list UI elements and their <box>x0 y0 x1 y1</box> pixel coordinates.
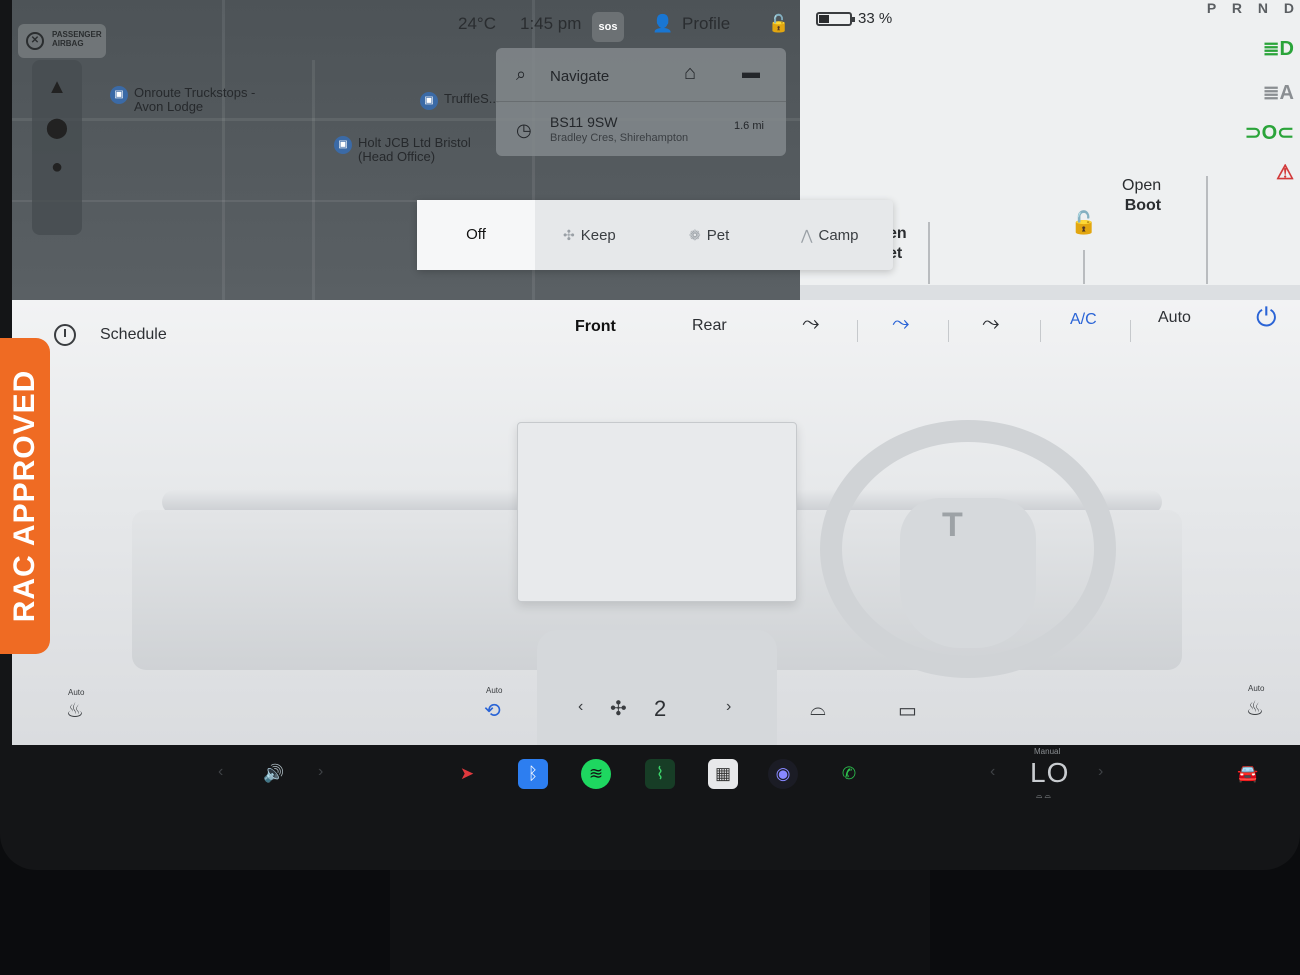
camera-app-icon[interactable]: ◉ <box>768 759 798 789</box>
outside-temperature: 24°C <box>458 14 496 33</box>
climate-power-icon[interactable]: ⏻ <box>1256 302 1277 334</box>
recent-destination-name: BS11 9SW <box>550 114 618 130</box>
clock: 1:45 pm <box>520 14 582 33</box>
navigate-input[interactable]: Navigate <box>550 68 609 85</box>
profile-icon[interactable]: 👤 <box>652 14 673 34</box>
fan-decrease-button[interactable]: ‹ <box>578 698 583 716</box>
rear-defrost-icon[interactable]: ▭ <box>898 698 917 723</box>
tesla-logo-icon: T <box>942 506 963 544</box>
parking-lights-icon: ⊃O⊂ <box>1244 122 1294 144</box>
touchscreen: ✕ PASSENGER AIRBAG ▲ ⬤ ● ▣ Onroute Trucks… <box>12 0 1300 745</box>
map-controls: ▲ ⬤ ● <box>32 60 82 235</box>
sos-button[interactable]: sos <box>592 12 624 42</box>
paw-icon: ❁ <box>689 227 701 243</box>
seat-heat-indicators: ⌓ ⌓ <box>1036 791 1051 800</box>
auto-headlights-icon: ≣A <box>1262 82 1294 104</box>
lock-pin-icon: ▣ <box>334 136 352 154</box>
navigate-card: ⌕ Navigate ⌂ ▬ ◷ BS11 9SW Bradley Cres, … <box>496 48 786 156</box>
fan-increase-button[interactable]: › <box>726 698 731 716</box>
seatbelt-warning-icon: ⚠ <box>1276 162 1294 184</box>
divider <box>1083 250 1085 284</box>
airflow-face-icon[interactable]: ⤳ <box>802 310 820 336</box>
airbag-off-icon: ✕ <box>26 32 44 50</box>
unlock-icon[interactable]: 🔓 <box>768 14 789 34</box>
location-pin-icon[interactable]: ⬤ <box>32 115 82 140</box>
navigation-app-icon[interactable]: ➤ <box>452 759 482 789</box>
temp-setpoint[interactable]: LO <box>1030 757 1069 789</box>
headlights-icon: ≣D <box>1262 38 1294 60</box>
energy-app-icon[interactable]: ⌇ <box>645 759 675 789</box>
mode-camp-button[interactable]: ⋀ Camp <box>801 200 859 270</box>
volume-increase-button[interactable]: › <box>318 763 323 781</box>
auto-climate-button[interactable]: Auto <box>1158 309 1191 327</box>
map-poi[interactable]: ▣ Holt JCB Ltd Bristol (Head Office) <box>334 136 504 164</box>
tab-rear[interactable]: Rear <box>692 317 727 335</box>
temp-decrease-button[interactable]: ‹ <box>990 763 995 781</box>
climate-panel: Schedule Front Rear ⤳ ⤳ ⤳ A/C Auto ⏻ T A… <box>12 300 1300 745</box>
mode-off-button[interactable]: Off <box>417 200 535 270</box>
lock-pin-icon: ▣ <box>420 92 438 110</box>
front-defrost-icon[interactable]: ⌓ <box>810 698 826 721</box>
work-icon[interactable]: ▬ <box>742 62 760 83</box>
console-underside <box>390 870 930 975</box>
fan-speed-value: 2 <box>654 696 667 721</box>
home-icon[interactable]: ⌂ <box>684 62 696 85</box>
clock-icon <box>54 324 76 346</box>
map-settings-icon[interactable]: ● <box>32 156 82 179</box>
bluetooth-app-icon[interactable]: ᛒ <box>518 759 548 789</box>
recent-destination-address: Bradley Cres, Shirehampton <box>550 132 689 144</box>
bottom-dock: ‹ 🔊 › ➤ ᛒ ≋ ⌇ ▦ ◉ ✆ ‹ Manual LO ⌓ ⌓ › 🚘 <box>0 745 1300 805</box>
recirculate-icon[interactable]: ⟲ <box>484 698 501 723</box>
compass-icon[interactable]: ▲ <box>32 76 82 99</box>
battery-percent: 33 % <box>858 10 893 27</box>
divider <box>928 222 930 284</box>
tent-icon: ⋀ <box>801 227 813 243</box>
center-console-illustration <box>537 630 777 745</box>
volume-decrease-button[interactable]: ‹ <box>218 763 223 781</box>
volume-icon[interactable]: 🔊 <box>256 759 292 789</box>
climate-keep-mode-selector: Off ✣ Keep ❁ Pet ⋀ Camp <box>417 200 893 270</box>
schedule-button[interactable]: Schedule <box>100 326 167 344</box>
history-icon: ◷ <box>516 120 532 140</box>
recent-destination-distance: 1.6 mi <box>734 120 764 132</box>
airflow-face-feet-icon[interactable]: ⤳ <box>892 310 910 336</box>
tab-front[interactable]: Front <box>575 318 616 336</box>
profile-button[interactable]: Profile <box>682 14 730 34</box>
map-poi[interactable]: ▣ TruffleS... <box>420 92 500 110</box>
ac-button[interactable]: A/C <box>1070 311 1097 329</box>
fan-icon: ✣ <box>610 698 627 720</box>
divider <box>1206 176 1208 284</box>
mode-pet-button[interactable]: ❁ Pet <box>689 200 729 270</box>
mode-keep-button[interactable]: ✣ Keep <box>563 200 616 270</box>
rac-approved-badge: RAC APPROVED <box>0 338 50 654</box>
lock-pin-icon: ▣ <box>110 86 128 104</box>
center-display-illustration <box>517 422 797 602</box>
seat-heater-left-icon[interactable]: ♨ <box>66 698 84 723</box>
temp-mode-label: Manual <box>1034 747 1061 756</box>
gear-selector: P R N D <box>1206 0 1300 16</box>
toybox-app-icon[interactable]: ▦ <box>708 759 738 789</box>
battery-icon <box>816 12 855 26</box>
airflow-feet-icon[interactable]: ⤳ <box>982 310 1000 336</box>
seat-heater-right-icon[interactable]: ♨ <box>1246 696 1264 721</box>
door-unlock-icon[interactable]: 🔓 <box>1070 210 1097 236</box>
temp-increase-button[interactable]: › <box>1098 763 1103 781</box>
fan-icon: ✣ <box>563 227 575 243</box>
car-icon[interactable]: 🚘 <box>1230 759 1266 789</box>
spotify-app-icon[interactable]: ≋ <box>581 759 611 789</box>
map-poi[interactable]: ▣ Onroute Truckstops - Avon Lodge <box>110 86 280 114</box>
passenger-airbag-indicator: ✕ PASSENGER AIRBAG <box>18 24 106 58</box>
navigate-search[interactable]: ⌕ Navigate ⌂ ▬ <box>496 48 786 102</box>
search-icon: ⌕ <box>516 64 527 84</box>
open-boot-button[interactable]: Open Boot <box>1122 176 1161 216</box>
phone-app-icon[interactable]: ✆ <box>834 759 864 789</box>
